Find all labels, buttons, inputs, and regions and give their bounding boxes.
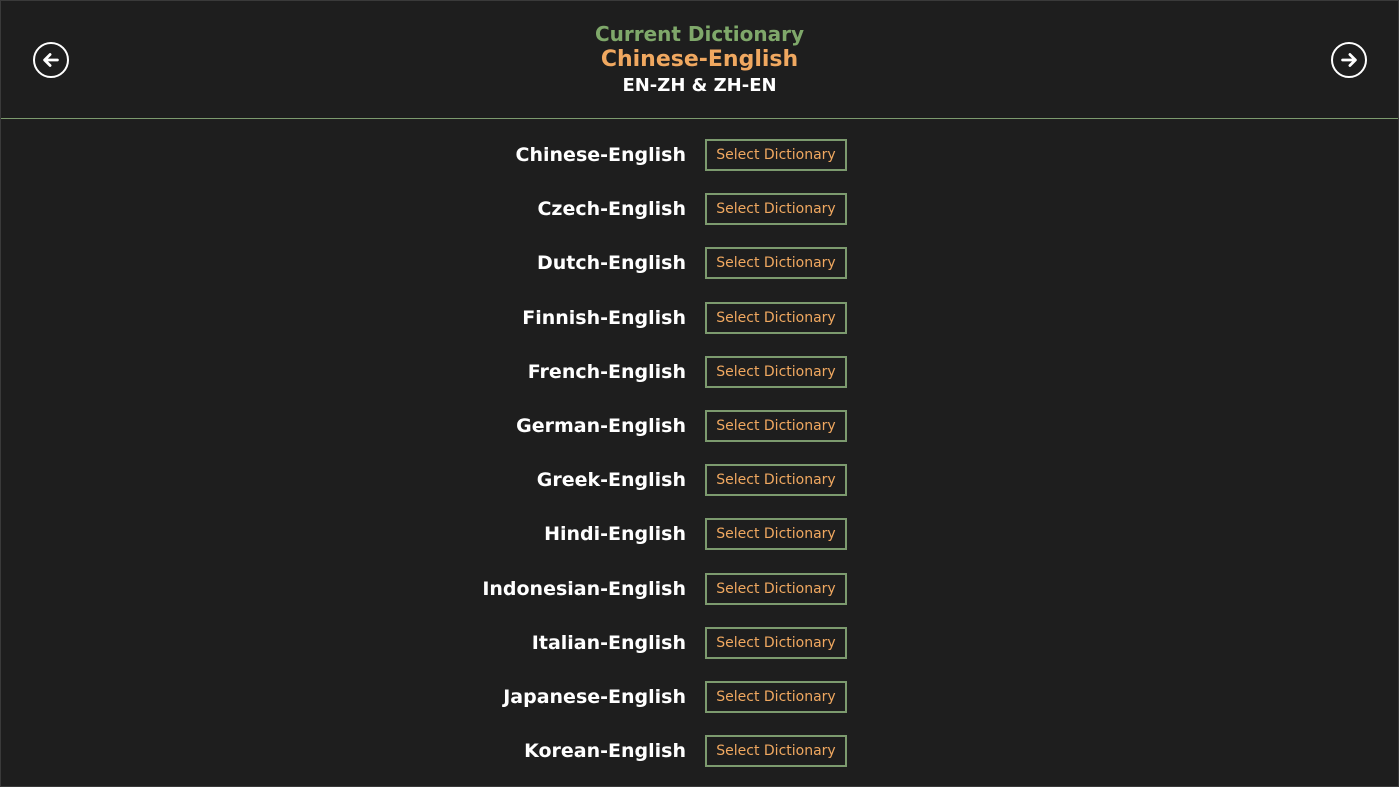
select-dictionary-button[interactable]: Select Dictionary xyxy=(705,626,847,659)
dictionary-name: Indonesian-English xyxy=(482,577,686,600)
select-dictionary-button[interactable]: Select Dictionary xyxy=(705,680,847,713)
dictionary-name: Hindi-English xyxy=(544,523,686,546)
current-dictionary-block: Current Dictionary Chinese-English EN-ZH… xyxy=(1,21,1398,99)
dictionary-row: French-English Select Dictionary xyxy=(1,348,1398,402)
dictionary-name: Korean-English xyxy=(524,740,686,763)
dictionary-row: German-English Select Dictionary xyxy=(1,402,1398,456)
dictionary-row: Czech-English Select Dictionary xyxy=(1,185,1398,239)
select-dictionary-button[interactable]: Select Dictionary xyxy=(705,301,847,334)
dictionary-row: Chinese-English Select Dictionary xyxy=(1,131,1398,185)
dictionary-row: Japanese-English Select Dictionary xyxy=(1,673,1398,727)
dictionary-name: Finnish-English xyxy=(522,306,686,329)
dictionary-name: French-English xyxy=(527,360,686,383)
dictionary-row: Greek-English Select Dictionary xyxy=(1,456,1398,510)
dictionary-name: Greek-English xyxy=(536,469,686,492)
dictionary-name: Japanese-English xyxy=(503,685,686,708)
dictionary-row: Finnish-English Select Dictionary xyxy=(1,294,1398,348)
dictionary-row: Hindi-English Select Dictionary xyxy=(1,510,1398,564)
select-dictionary-button[interactable]: Select Dictionary xyxy=(705,247,847,280)
current-dictionary-label: Current Dictionary xyxy=(594,22,805,46)
dictionary-name: Dutch-English xyxy=(536,252,686,275)
current-dictionary-name: Chinese-English xyxy=(600,47,799,72)
header: Current Dictionary Chinese-English EN-ZH… xyxy=(1,1,1398,119)
forward-button[interactable] xyxy=(1331,42,1367,78)
app-window: Current Dictionary Chinese-English EN-ZH… xyxy=(0,0,1399,787)
select-dictionary-button[interactable]: Select Dictionary xyxy=(705,193,847,226)
dictionary-name: German-English xyxy=(516,414,686,437)
dictionary-name: Czech-English xyxy=(537,198,686,221)
select-dictionary-button[interactable]: Select Dictionary xyxy=(705,518,847,551)
dictionary-name: Italian-English xyxy=(531,631,686,654)
dictionary-name: Chinese-English xyxy=(515,144,686,166)
dictionary-row: Indonesian-English Select Dictionary xyxy=(1,565,1398,619)
dictionary-row: Korean-English Select Dictionary xyxy=(1,727,1398,781)
select-dictionary-button[interactable]: Select Dictionary xyxy=(705,464,847,497)
select-dictionary-button[interactable]: Select Dictionary xyxy=(705,409,847,442)
dictionary-list: Chinese-English Select Dictionary Czech-… xyxy=(1,131,1398,781)
select-dictionary-button[interactable]: Select Dictionary xyxy=(705,139,847,171)
select-dictionary-button[interactable]: Select Dictionary xyxy=(705,355,847,388)
dictionary-row: Italian-English Select Dictionary xyxy=(1,619,1398,673)
dictionary-row: Dutch-English Select Dictionary xyxy=(1,239,1398,293)
select-dictionary-button[interactable]: Select Dictionary xyxy=(705,572,847,605)
current-dictionary-directions: EN-ZH & ZH-EN xyxy=(622,75,777,96)
select-dictionary-button[interactable]: Select Dictionary xyxy=(705,735,847,768)
arrow-right-circle-icon xyxy=(1341,53,1357,67)
